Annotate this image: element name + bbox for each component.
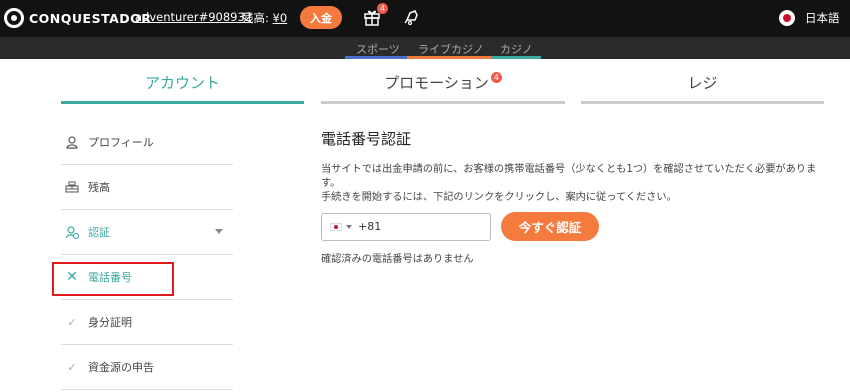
balance-value[interactable]: ¥0	[273, 11, 288, 25]
sidebar-item-phone-number[interactable]: ✕ 電話番号	[52, 255, 233, 300]
coins-icon	[65, 180, 79, 194]
sidebar-item-label: 認証	[88, 226, 110, 239]
chevron-down-icon[interactable]	[346, 224, 352, 229]
sidebar-item-label: 残高	[88, 181, 110, 194]
account-tabs: アカウント プロモーション 4 レジ	[0, 59, 850, 104]
country-code: +81	[358, 220, 382, 233]
phone-row: +81 今すぐ認証	[321, 212, 599, 241]
sidebar-item-label: 身分証明	[88, 316, 132, 329]
tab-promotion-label: プロモーション	[384, 74, 489, 92]
bell-icon[interactable]	[403, 8, 421, 26]
language-selector[interactable]: 日本語	[779, 10, 840, 26]
tab-cashier-label: レジ	[687, 74, 718, 92]
japan-flag-icon[interactable]	[330, 222, 342, 231]
tab-account-underline	[61, 101, 304, 104]
balance-label: 残高:	[242, 11, 269, 25]
phone-number-input[interactable]: +81	[321, 212, 491, 241]
description-line-1: 当サイトでは出金申請の前に、お客様の携帯電話番号（少なくとも1つ）を確認させてい…	[321, 164, 817, 189]
subnav-sports[interactable]: スポーツ	[356, 41, 400, 57]
verify-now-button[interactable]: 今すぐ認証	[501, 212, 599, 241]
top-bar: CONQUESTADOR adventurer#908932 残高: ¥0 入金…	[0, 0, 850, 37]
tab-cashier-underline	[581, 101, 824, 104]
language-label: 日本語	[805, 11, 840, 25]
check-icon: ✓	[67, 360, 77, 374]
tab-promotion[interactable]: プロモーション 4	[321, 59, 565, 104]
subnav-live-casino[interactable]: ライブカジノ	[418, 41, 484, 57]
logo[interactable]: CONQUESTADOR	[4, 8, 151, 28]
gift-badge: 4	[377, 3, 388, 14]
japan-flag-icon	[779, 10, 795, 26]
deposit-button[interactable]: 入金	[300, 6, 342, 29]
tab-account[interactable]: アカウント	[61, 59, 304, 104]
check-icon: ✓	[67, 315, 77, 329]
sidebar-item-identity[interactable]: ✓ 身分証明	[61, 300, 233, 345]
sidebar-item-source-of-funds[interactable]: ✓ 資金源の申告	[61, 345, 233, 390]
sidebar-item-verification[interactable]: 認証	[61, 210, 233, 255]
logo-icon	[4, 8, 24, 28]
tab-cashier[interactable]: レジ	[581, 59, 824, 104]
sidebar-item-label: 資金源の申告	[88, 361, 154, 374]
sidebar-item-profile[interactable]: プロフィール	[61, 120, 233, 165]
no-verified-phone-text: 確認済みの電話番号はありません	[321, 254, 474, 265]
username-link[interactable]: adventurer#908932	[135, 10, 252, 24]
verify-user-icon	[65, 225, 79, 239]
phone-verification-panel: 電話番号認証 当サイトでは出金申請の前に、お客様の携帯電話番号（少なくとも1つ）…	[321, 128, 831, 265]
account-sidebar: プロフィール 残高 認証 ✕ 電話番号 ✓ 身分証明 ✓ 資金源の申告	[52, 120, 233, 390]
chevron-down-icon[interactable]	[215, 229, 223, 234]
page-title: 電話番号認証	[321, 130, 412, 148]
tab-account-label: アカウント	[144, 74, 220, 92]
balance: 残高: ¥0	[242, 10, 287, 26]
description-line-2: 手続きを開始するには、下記のリンクをクリックし、案内に従ってください。	[321, 192, 677, 203]
promotion-badge: 4	[490, 72, 502, 83]
description: 当サイトでは出金申請の前に、お客様の携帯電話番号（少なくとも1つ）を確認させてい…	[321, 163, 831, 205]
highlight-box	[52, 262, 174, 296]
user-icon	[65, 135, 79, 149]
sidebar-item-balance[interactable]: 残高	[61, 165, 233, 210]
sub-nav: スポーツ ライブカジノ カジノ	[0, 37, 850, 59]
subnav-casino[interactable]: カジノ	[500, 41, 533, 57]
logo-text: CONQUESTADOR	[29, 10, 152, 26]
tab-promotion-underline	[321, 101, 565, 104]
sidebar-item-label: プロフィール	[88, 136, 154, 149]
